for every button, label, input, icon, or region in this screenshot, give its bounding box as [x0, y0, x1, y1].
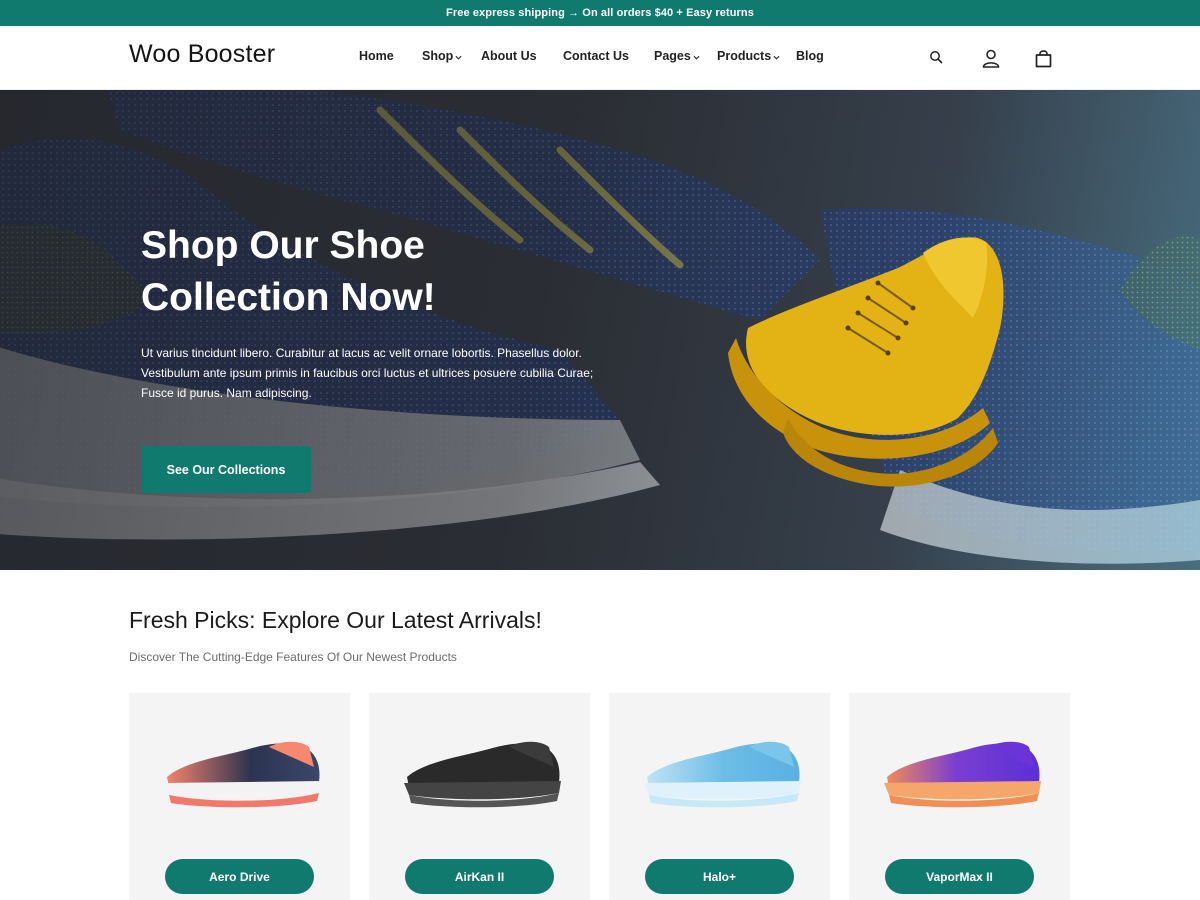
- shopping-bag-icon: [1035, 49, 1051, 67]
- product-image: [644, 741, 801, 808]
- product-button-halo-plus[interactable]: Halo+: [645, 859, 794, 894]
- chevron-down-icon: [693, 55, 700, 60]
- nav-label: Pages: [654, 49, 691, 63]
- product-card[interactable]: Halo+: [609, 693, 830, 900]
- arrivals-subtitle: Discover The Cutting-Edge Features Of Ou…: [129, 650, 457, 664]
- hero-banner: Shop Our Shoe Collection Now! Ut varius …: [0, 90, 1200, 570]
- product-card[interactable]: VaporMax II: [849, 693, 1070, 900]
- chevron-down-icon: [773, 55, 780, 60]
- hero-title: Shop Our Shoe Collection Now!: [141, 224, 436, 319]
- product-image: [884, 741, 1041, 808]
- product-button-vapormax-ii[interactable]: VaporMax II: [885, 859, 1034, 894]
- nav-products[interactable]: Products: [717, 49, 780, 63]
- product-card[interactable]: Aero Drive: [129, 693, 350, 900]
- hero-description: Ut varius tincidunt libero. Curabitur at…: [141, 346, 594, 400]
- product-button-airkan-ii[interactable]: AirKan II: [405, 859, 554, 894]
- site-header: Woo Booster Home Shop About Us Contact U…: [0, 26, 1200, 90]
- product-card[interactable]: AirKan II: [369, 693, 590, 900]
- user-icon: [982, 49, 1000, 68]
- nav-blog[interactable]: Blog: [796, 49, 824, 63]
- site-logo[interactable]: Woo Booster: [129, 40, 275, 69]
- search-button[interactable]: [927, 48, 945, 66]
- nav-label: Blog: [796, 49, 824, 63]
- chevron-down-icon: [455, 55, 462, 60]
- product-image: [164, 741, 321, 808]
- search-icon: [930, 51, 943, 64]
- nav-contact-us[interactable]: Contact Us: [563, 49, 629, 63]
- yellow-sneaker-image: [728, 237, 1004, 487]
- nav-label: Contact Us: [563, 49, 629, 63]
- nav-pages[interactable]: Pages: [654, 49, 700, 63]
- nav-home[interactable]: Home: [359, 49, 394, 63]
- nav-about-us[interactable]: About Us: [481, 49, 537, 63]
- product-image: [404, 741, 561, 808]
- announcement-text: Free express shipping → On all orders $4…: [446, 7, 754, 19]
- product-button-aero-drive[interactable]: Aero Drive: [165, 859, 314, 894]
- nav-label: Products: [717, 49, 772, 63]
- see-collections-button[interactable]: See Our Collections: [141, 446, 311, 493]
- account-button[interactable]: [980, 47, 1002, 69]
- nav-label: Shop: [422, 49, 454, 63]
- arrivals-title: Fresh Picks: Explore Our Latest Arrivals…: [129, 607, 542, 633]
- nav-label: About Us: [481, 49, 537, 63]
- cart-button[interactable]: [1032, 47, 1054, 69]
- announcement-bar: Free express shipping → On all orders $4…: [0, 0, 1200, 26]
- nav-label: Home: [359, 49, 394, 63]
- nav-shop[interactable]: Shop: [422, 49, 462, 63]
